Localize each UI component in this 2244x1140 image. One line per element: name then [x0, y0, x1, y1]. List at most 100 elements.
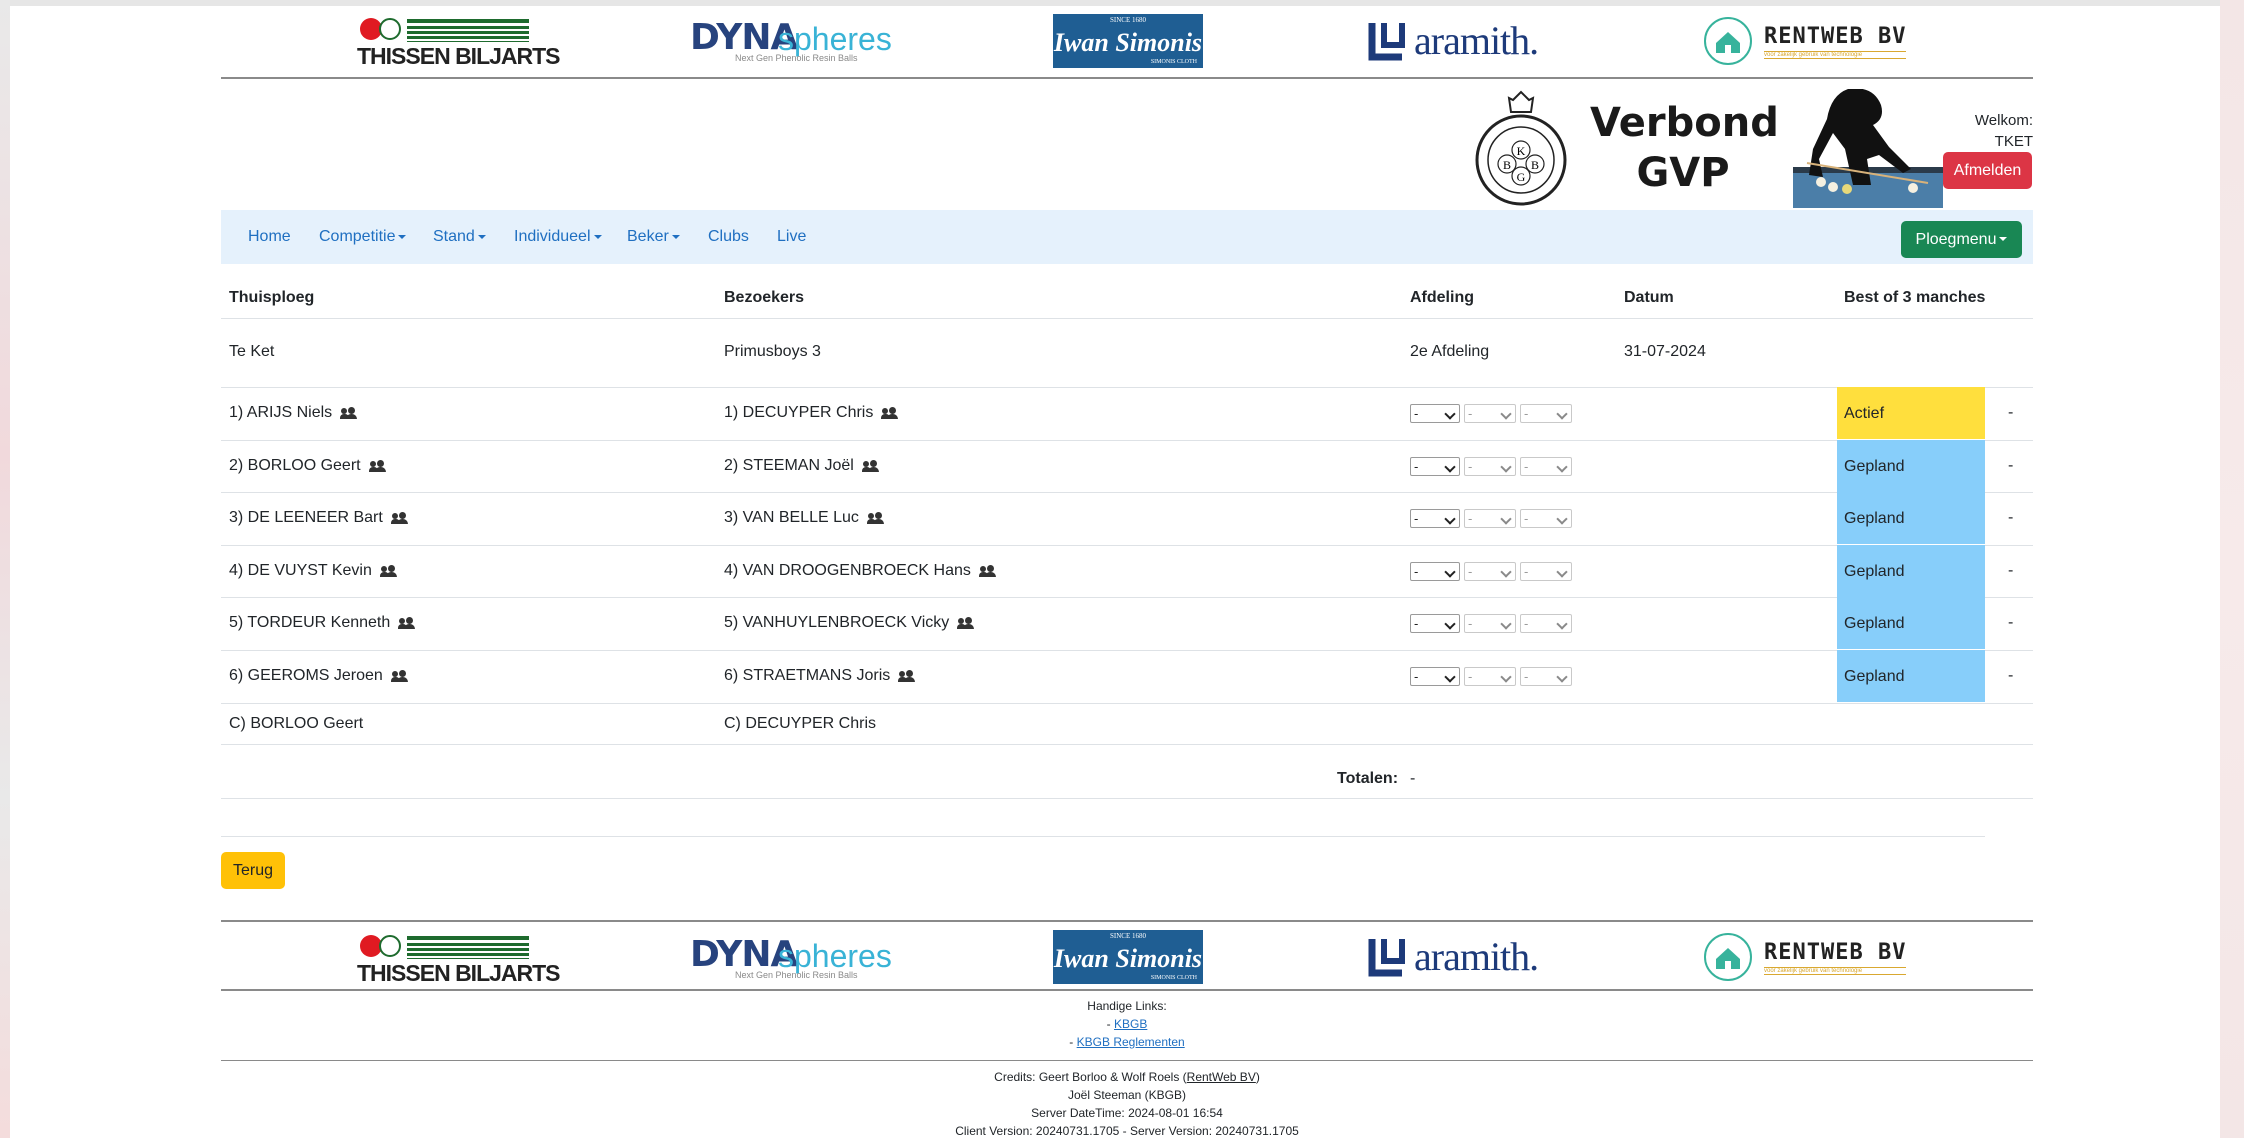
- rentweb-link[interactable]: RentWeb BV: [1187, 1070, 1256, 1084]
- nav-clubs[interactable]: Clubs: [708, 228, 749, 246]
- score-select-value: -: [1524, 406, 1529, 421]
- back-button[interactable]: Terug: [221, 852, 285, 889]
- away-player: 3) VAN BELLE Luc: [724, 509, 885, 527]
- nav-competitie[interactable]: Competitie: [319, 228, 407, 246]
- home-player-name: 6) GEEROMS Jeroen: [229, 667, 383, 684]
- away-player: 6) STRAETMANS Joris: [724, 667, 916, 685]
- thissen-logo: THISSEN BILJARTS: [357, 12, 561, 70]
- score-select-value: -: [1524, 564, 1529, 579]
- score-select-value: -: [1468, 564, 1473, 579]
- divider: [221, 744, 2033, 745]
- score-select-3[interactable]: -: [1520, 667, 1572, 686]
- score-select-3[interactable]: -: [1520, 404, 1572, 423]
- credits-line: Credits: Geert Borloo & Wolf Roels (Rent…: [221, 1068, 2033, 1086]
- footer-links-title: Handige Links:: [1087, 999, 1167, 1013]
- score-select-2[interactable]: -: [1464, 404, 1516, 423]
- rentweb-text: RENTWEB BV: [1764, 939, 1907, 965]
- chevron-down-icon: [1444, 618, 1456, 630]
- server-datetime: Server DateTime: 2024-08-01 16:54: [1031, 1106, 1223, 1120]
- score-select-value: -: [1414, 616, 1419, 631]
- score-select-1[interactable]: -: [1410, 614, 1460, 633]
- kbgb-letter-k: K: [1517, 144, 1526, 158]
- score-select-2[interactable]: -: [1464, 614, 1516, 633]
- match-away-team: Primusboys 3: [724, 343, 821, 360]
- score-select-value: -: [1524, 511, 1529, 526]
- simonis-cloth: SIMONIS CLOTH: [1150, 59, 1197, 65]
- score-select-value: -: [1414, 406, 1419, 421]
- row-result: -: [2008, 509, 2014, 526]
- dyna-tagline: Next Gen Phenolic Resin Balls: [735, 53, 858, 63]
- row-result: -: [2008, 457, 2014, 474]
- dynaspheres-logo: DYNA spheres Next Gen Phenolic Resin Balls: [690, 10, 892, 68]
- ploegmenu-label: Ploegmenu: [1915, 230, 1997, 248]
- match-division: 2e Afdeling: [1410, 343, 1490, 360]
- ploegmenu-button[interactable]: Ploegmenu: [1901, 221, 2022, 258]
- home-player: 3) DE LEENEER Bart: [229, 509, 409, 527]
- score-select-2[interactable]: -: [1464, 509, 1516, 528]
- chevron-down-icon: [1500, 461, 1512, 473]
- group-icon: [881, 406, 899, 419]
- divider: [221, 989, 2033, 991]
- group-icon: [866, 511, 885, 524]
- score-select-1[interactable]: -: [1410, 509, 1460, 528]
- away-player: 4) VAN DROOGENBROECK Hans: [724, 562, 997, 580]
- match-date: 31-07-2024: [1624, 343, 1706, 360]
- chevron-down-icon: [1500, 618, 1512, 630]
- nav-individueel-label: Individueel: [514, 228, 591, 245]
- divider: [221, 920, 2033, 922]
- rentweb-logo: RENTWEB BV voor zakelijk gebruik van tec…: [1704, 12, 1907, 70]
- nav-home[interactable]: Home: [248, 228, 291, 246]
- chevron-down-icon: [1444, 461, 1456, 473]
- score-select-3[interactable]: -: [1520, 457, 1572, 476]
- away-player-name: 3) VAN BELLE Luc: [724, 509, 859, 526]
- score-select-2[interactable]: -: [1464, 562, 1516, 581]
- score-select-3[interactable]: -: [1520, 562, 1572, 581]
- simonis-logo: SINCE 1680 Iwan Simonis SIMONIS CLOTH: [1053, 928, 1203, 986]
- score-select-1[interactable]: -: [1410, 457, 1460, 476]
- nav-live[interactable]: Live: [777, 228, 806, 246]
- score-select-1[interactable]: -: [1410, 404, 1460, 423]
- logout-button[interactable]: Afmelden: [1943, 152, 2032, 189]
- home-player: 2) BORLOO Geert: [229, 457, 387, 475]
- nav-stand[interactable]: Stand: [433, 228, 486, 246]
- status-badge: Gepland: [1837, 492, 1985, 544]
- nav-beker[interactable]: Beker: [627, 228, 680, 246]
- score-select-value: -: [1414, 564, 1419, 579]
- score-select-3[interactable]: -: [1520, 614, 1572, 633]
- aramith-text: aramith.: [1414, 17, 1539, 63]
- chevron-down-icon: [1556, 461, 1568, 473]
- org-title-line1: Verbond: [1590, 100, 1779, 146]
- divider: [221, 1060, 2033, 1061]
- score-select-2[interactable]: -: [1464, 457, 1516, 476]
- chevron-down-icon: [1500, 513, 1512, 525]
- nav-beker-label: Beker: [627, 228, 669, 245]
- header-home-team: Thuisploeg: [229, 289, 315, 306]
- nav-individueel[interactable]: Individueel: [514, 228, 602, 246]
- chevron-down-icon: [1500, 566, 1512, 578]
- score-select-1[interactable]: -: [1410, 562, 1460, 581]
- score-select-value: -: [1524, 459, 1529, 474]
- simonis-name: Iwan Simonis: [1053, 28, 1203, 57]
- status-badge: Gepland: [1837, 440, 1985, 492]
- kbgb-link[interactable]: KBGB: [1114, 1017, 1147, 1031]
- caret-down-icon: [593, 234, 602, 239]
- score-select-1[interactable]: -: [1410, 667, 1460, 686]
- score-select-2[interactable]: -: [1464, 667, 1516, 686]
- org-title: Verbond GVP: [1590, 98, 1779, 198]
- link-prefix: -: [1069, 1035, 1077, 1049]
- rentweb-tagline: voor zakelijk gebruik van technologie: [1764, 966, 1907, 975]
- rentweb-text: RENTWEB BV: [1764, 23, 1907, 49]
- house-icon: [1704, 933, 1752, 981]
- dynaspheres-logo: DYNA spheres Next Gen Phenolic Resin Balls: [690, 927, 892, 985]
- caret-down-icon: [398, 234, 407, 239]
- score-select-3[interactable]: -: [1520, 509, 1572, 528]
- score-select-value: -: [1524, 669, 1529, 684]
- aramith-text: aramith.: [1414, 933, 1539, 979]
- chevron-down-icon: [1556, 671, 1568, 683]
- chevron-down-icon: [1444, 671, 1456, 683]
- chevron-down-icon: [1556, 513, 1568, 525]
- simonis-logo: SINCE 1680 Iwan Simonis SIMONIS CLOTH: [1053, 12, 1203, 70]
- chevron-down-icon: [1444, 513, 1456, 525]
- divider: [221, 545, 2033, 546]
- kbgb-reglementen-link[interactable]: KBGB Reglementen: [1077, 1035, 1185, 1049]
